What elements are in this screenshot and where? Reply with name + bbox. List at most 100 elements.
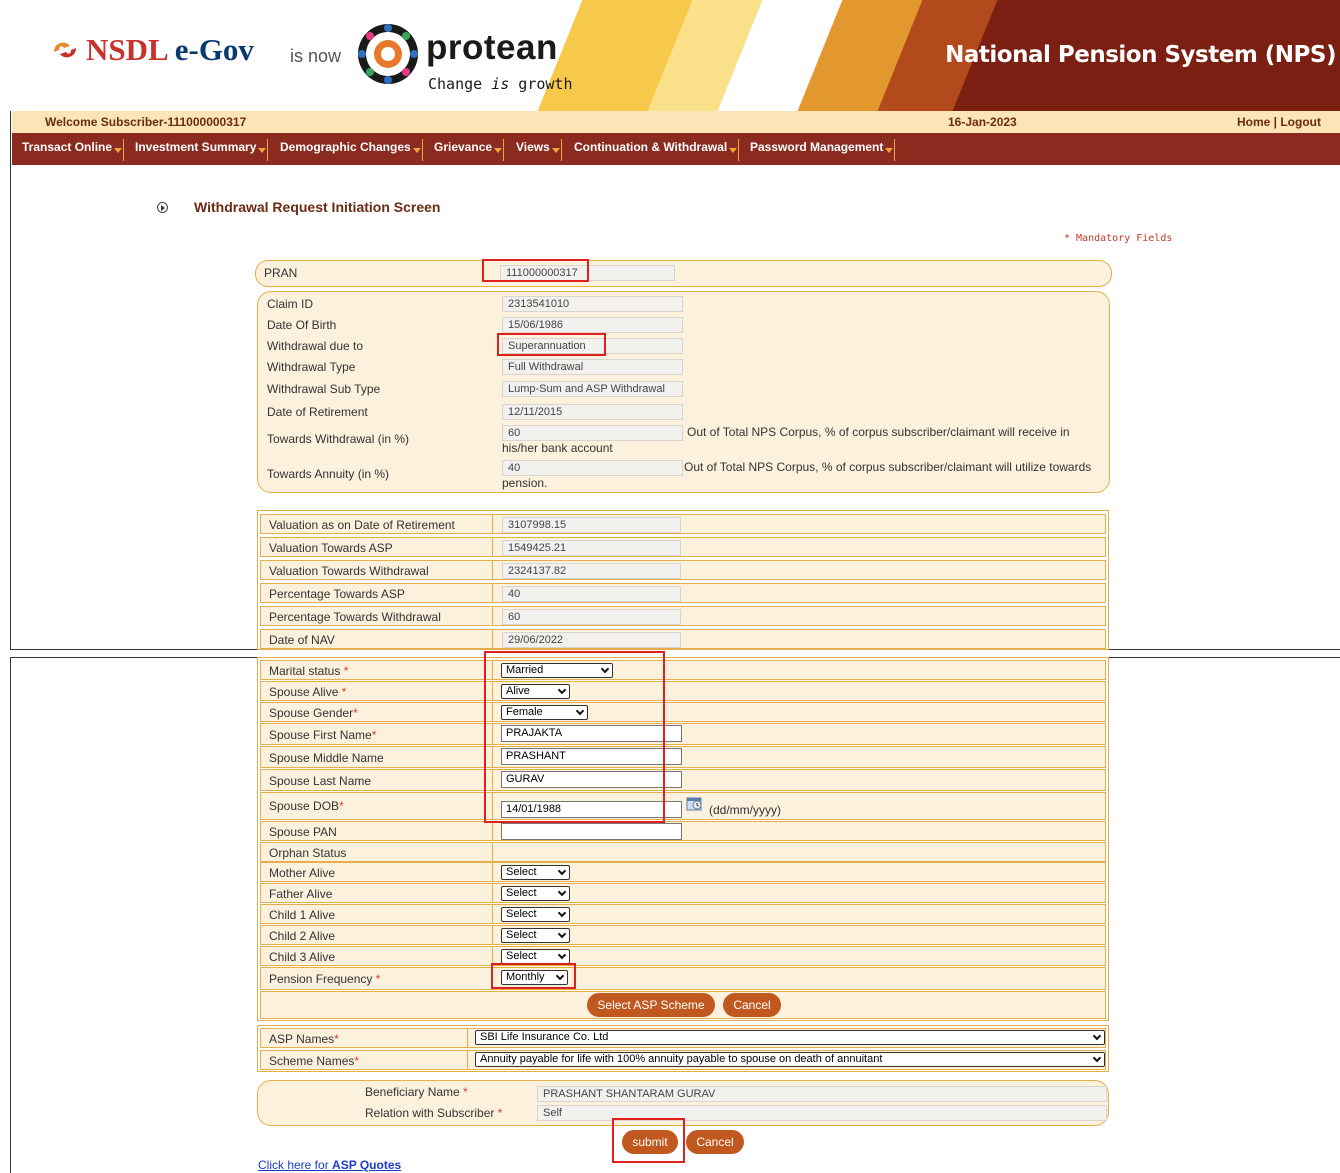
dropdown-caret-icon [494, 148, 503, 153]
child-2-alive-row: Child 2 Alive Select [260, 925, 1106, 945]
chevron-down-icon [557, 866, 567, 876]
valuation-row: Valuation as on Date of Retirement 310799… [260, 514, 1106, 534]
menu-password-management[interactable]: Password Management [750, 133, 896, 161]
label-text: Relation with Subscriber [365, 1106, 498, 1120]
father-alive-select[interactable]: Select [501, 886, 570, 901]
child-3-alive-label: Child 3 Alive [269, 950, 336, 964]
spouse-pan-input[interactable] [501, 823, 682, 840]
required-star: * [497, 1106, 503, 1120]
main-menu: Transact Online Investment Summary Demog… [12, 133, 1340, 165]
logout-link[interactable]: Logout [1280, 115, 1321, 129]
dropdown-caret-icon [412, 148, 421, 153]
menu-divider [421, 139, 423, 161]
tagline-is: is [491, 75, 510, 93]
link-bold-text: ASP Quotes [332, 1158, 402, 1172]
menu-continuation-withdrawal[interactable]: Continuation & Withdrawal [574, 133, 740, 161]
valuation-label: Valuation Towards ASP [269, 541, 393, 555]
tagline-end: growth [509, 75, 573, 93]
withdrawal-due-to-field: Superannuation [502, 338, 683, 354]
child-2-alive-select[interactable]: Select [501, 928, 570, 943]
spouse-alive-row: Spouse Alive * Alive [260, 681, 1106, 701]
claim-id-label: Claim ID [267, 297, 314, 311]
valuation-label: Percentage Towards ASP [269, 587, 405, 601]
required-star: * [334, 1032, 339, 1046]
scheme-names-select[interactable]: Annuity payable for life with 100% annui… [475, 1052, 1105, 1067]
header-banner: NSDL e-Gov is now protean Change is grow… [0, 0, 1340, 111]
spouse-pan-label: Spouse PAN [269, 825, 337, 839]
nsdl-text: NSDL [86, 32, 167, 67]
asp-buttons-row: Select ASP Scheme Cancel [260, 991, 1106, 1019]
required-star: * [463, 1085, 468, 1099]
dob-label: Date Of Birth [267, 318, 337, 332]
child-3-alive-select[interactable]: Select [501, 949, 570, 964]
spouse-first-name-row: Spouse First Name* PRAJAKTA [260, 723, 1106, 745]
select-asp-scheme-button[interactable]: Select ASP Scheme [587, 993, 715, 1017]
cancel-button[interactable]: Cancel [686, 1130, 744, 1154]
menu-transact-online[interactable]: Transact Online [22, 133, 125, 161]
menu-views[interactable]: Views [516, 133, 562, 161]
chevron-down-icon [600, 664, 610, 674]
link-separator: | [1270, 115, 1281, 129]
pran-field: 111000000317 [500, 265, 675, 281]
valuation-value: 2324137.82 [502, 563, 681, 579]
spouse-alive-label: Spouse Alive * [269, 685, 346, 699]
select-value: Female [506, 706, 543, 718]
spouse-alive-select[interactable]: Alive [501, 684, 570, 699]
spouse-first-name-label: Spouse First Name* [269, 728, 376, 742]
spouse-dob-input[interactable]: 14/01/1988 [501, 801, 682, 818]
annuity-pct-field: 40 [502, 460, 683, 476]
label-text: Scheme Names [269, 1054, 355, 1068]
chevron-down-icon [575, 706, 585, 716]
father-alive-label: Father Alive [269, 887, 333, 901]
menu-grievance[interactable]: Grievance [434, 133, 505, 161]
pension-frequency-select[interactable]: Monthly [501, 970, 568, 985]
menu-demographic-changes[interactable]: Demographic Changes [280, 133, 423, 161]
page-title: Withdrawal Request Initiation Screen [194, 199, 441, 215]
valuation-value: 1549425.21 [502, 540, 681, 556]
label-text: ASP Names [269, 1032, 335, 1046]
spouse-middle-name-label: Spouse Middle Name [269, 751, 384, 765]
spouse-last-name-input[interactable]: GURAV [501, 771, 682, 788]
nsdl-logo-text: NSDL e-Gov [50, 32, 254, 68]
valuation-row: Date of NAV 29/06/2022 [260, 629, 1106, 649]
calendar-icon[interactable] [686, 795, 704, 811]
select-value: Married [506, 664, 544, 676]
required-star: * [341, 685, 347, 699]
label-text: Spouse First Name [269, 728, 372, 742]
home-link[interactable]: Home [1237, 115, 1270, 129]
cancel-asp-button[interactable]: Cancel [723, 993, 781, 1017]
menu-divider [267, 139, 269, 161]
chevron-down-icon [557, 929, 567, 939]
required-star: * [339, 799, 344, 813]
marital-status-select[interactable]: Married [501, 663, 613, 678]
valuation-row: Percentage Towards Withdrawal 60 [260, 606, 1106, 626]
child-1-alive-row: Child 1 Alive Select [260, 904, 1106, 924]
orphan-status-row: Orphan Status [260, 842, 1106, 862]
menu-divider [503, 139, 505, 161]
spouse-gender-select[interactable]: Female [501, 705, 588, 720]
label-text: Beneficiary Name [365, 1085, 464, 1099]
menu-label: Continuation & Withdrawal [574, 140, 728, 154]
menu-investment-summary[interactable]: Investment Summary [135, 133, 269, 161]
submit-button[interactable]: submit [622, 1130, 678, 1154]
valuation-value: 40 [502, 586, 681, 602]
asp-quotes-link[interactable]: Click here for ASP Quotes [258, 1158, 401, 1172]
spouse-middle-name-input[interactable]: PRASHANT [501, 748, 682, 765]
scheme-names-row: Scheme Names* Annuity payable for life w… [260, 1050, 1106, 1070]
valuation-value: 60 [502, 609, 681, 625]
mother-alive-select[interactable]: Select [501, 865, 570, 880]
menu-label: Investment Summary [135, 140, 257, 154]
valuation-label: Valuation as on Date of Retirement [269, 518, 455, 532]
chevron-down-icon [1092, 1053, 1102, 1063]
spouse-first-name-input[interactable]: PRAJAKTA [501, 725, 682, 742]
menu-divider [560, 139, 562, 161]
asp-names-select[interactable]: SBI Life Insurance Co. Ltd [475, 1030, 1105, 1045]
dropdown-caret-icon [258, 148, 267, 153]
child-1-alive-label: Child 1 Alive [269, 908, 336, 922]
child-1-alive-select[interactable]: Select [501, 907, 570, 922]
title-bullet-icon [157, 202, 168, 213]
select-value: SBI Life Insurance Co. Ltd [480, 1031, 609, 1043]
claim-id-field: 2313541010 [502, 296, 683, 312]
child-2-alive-label: Child 2 Alive [269, 929, 336, 943]
label-text: Spouse Gender [269, 706, 354, 720]
